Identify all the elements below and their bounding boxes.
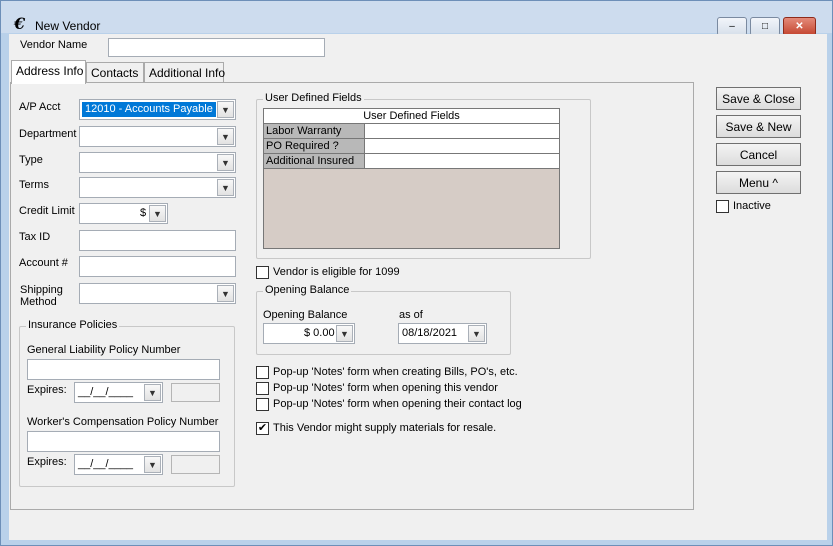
udf-value-cell[interactable]	[365, 124, 559, 138]
gl-expires-label: Expires:	[27, 384, 67, 396]
shipping-method-label-1: Shipping	[20, 284, 63, 296]
chevron-down-icon[interactable]: ▼	[468, 325, 485, 342]
tab-contacts[interactable]: Contacts	[86, 62, 144, 83]
vendor-window: € New Vendor – □ ✕ Vendor Name Address I…	[0, 0, 833, 546]
wc-expires-label: Expires:	[27, 456, 67, 468]
ap-acct-value: 12010 - Accounts Payable	[82, 102, 216, 117]
checkmark-icon: ✔	[257, 422, 268, 434]
chevron-down-icon[interactable]: ▼	[217, 101, 234, 118]
udf-table-header: User Defined Fields	[264, 109, 559, 124]
wc-expires-date[interactable]: __/__/____ ▼	[74, 454, 163, 475]
opening-balance-input[interactable]: $ 0.00 ▼	[263, 323, 355, 344]
popup-vendor-label: Pop-up 'Notes' form when opening this ve…	[273, 382, 498, 394]
ap-acct-select[interactable]: 12010 - Accounts Payable ▼	[79, 99, 236, 120]
cancel-button[interactable]: Cancel	[716, 143, 801, 166]
eligible-1099-checkbox[interactable]	[256, 266, 269, 279]
vendor-name-input[interactable]	[108, 38, 325, 57]
udf-row-additional-insured: Additional Insured	[264, 154, 559, 169]
eligible-1099-label: Vendor is eligible for 1099	[273, 266, 400, 278]
gl-disabled-field	[171, 383, 220, 402]
inactive-checkbox[interactable]	[716, 200, 729, 213]
chevron-down-icon[interactable]: ▼	[217, 128, 234, 145]
wc-policy-label: Worker's Compensation Policy Number	[27, 416, 219, 428]
save-new-button[interactable]: Save & New	[716, 115, 801, 138]
chevron-down-icon[interactable]: ▼	[144, 384, 161, 401]
menu-button[interactable]: Menu ^	[716, 171, 801, 194]
account-number-label: Account #	[19, 257, 68, 269]
popup-contact-log-checkbox[interactable]	[256, 398, 269, 411]
credit-limit-value: $	[140, 207, 147, 219]
tab-additional-info-label: Additional Info	[149, 66, 226, 80]
tab-address-info[interactable]: Address Info	[11, 60, 86, 84]
opening-balance-label: Opening Balance	[263, 309, 348, 321]
opening-balance-group-title: Opening Balance	[263, 284, 352, 296]
gl-policy-label: General Liability Policy Number	[27, 344, 181, 356]
menu-label: Menu ^	[739, 175, 778, 190]
wc-policy-input[interactable]	[27, 431, 220, 452]
udf-row-labor-warranty: Labor Warranty	[264, 124, 559, 139]
ap-acct-label: A/P Acct	[19, 101, 61, 113]
tax-id-label: Tax ID	[19, 231, 51, 243]
chevron-down-icon[interactable]: ▼	[217, 154, 234, 171]
udf-value-cell[interactable]	[365, 154, 559, 168]
opening-balance-value: $ 0.00	[304, 327, 335, 339]
chevron-down-icon[interactable]: ▼	[217, 179, 234, 196]
udf-table: User Defined Fields Labor Warranty PO Re…	[263, 108, 560, 249]
type-label: Type	[19, 154, 43, 166]
wc-expires-value: __/__/____	[78, 458, 134, 470]
udf-row-po-required: PO Required ?	[264, 139, 559, 154]
popup-contact-log-label: Pop-up 'Notes' form when opening their c…	[273, 398, 522, 410]
tab-address-info-label: Address Info	[16, 64, 84, 78]
popup-vendor-checkbox[interactable]	[256, 382, 269, 395]
tab-additional-info[interactable]: Additional Info	[144, 62, 226, 83]
as-of-date[interactable]: 08/18/2021 ▼	[398, 323, 487, 344]
insurance-group-title: Insurance Policies	[26, 319, 120, 331]
chevron-down-icon[interactable]: ▼	[217, 285, 234, 302]
udf-key: PO Required ?	[264, 139, 365, 153]
chevron-down-icon[interactable]: ▼	[149, 205, 166, 222]
cancel-label: Cancel	[739, 147, 778, 162]
account-number-input[interactable]	[79, 256, 236, 277]
department-label: Department	[19, 128, 77, 140]
save-close-button[interactable]: Save & Close	[716, 87, 801, 110]
gl-expires-value: __/__/____	[78, 386, 134, 398]
wc-disabled-field	[171, 455, 220, 474]
save-new-label: Save & New	[725, 119, 792, 134]
udf-key: Additional Insured	[264, 154, 365, 168]
terms-label: Terms	[19, 179, 49, 191]
chevron-down-icon[interactable]: ▼	[336, 325, 353, 342]
terms-select[interactable]: ▼	[79, 177, 236, 198]
udf-key: Labor Warranty	[264, 124, 365, 138]
shipping-method-select[interactable]: ▼	[79, 283, 236, 304]
resale-label: This Vendor might supply materials for r…	[273, 422, 497, 434]
app-icon: €	[14, 14, 26, 33]
window-title: New Vendor	[35, 19, 101, 33]
resale-checkbox[interactable]: ✔	[256, 422, 269, 435]
vendor-name-label: Vendor Name	[20, 39, 88, 51]
gl-expires-date[interactable]: __/__/____ ▼	[74, 382, 163, 403]
tax-id-input[interactable]	[79, 230, 236, 251]
udf-value-cell[interactable]	[365, 139, 559, 153]
gl-policy-input[interactable]	[27, 359, 220, 380]
popup-bills-label: Pop-up 'Notes' form when creating Bills,…	[273, 366, 518, 378]
as-of-value: 08/18/2021	[402, 327, 458, 339]
tab-contacts-label: Contacts	[91, 66, 139, 80]
department-select[interactable]: ▼	[79, 126, 236, 147]
save-close-label: Save & Close	[722, 91, 795, 106]
credit-limit-label: Credit Limit	[19, 205, 75, 217]
type-select[interactable]: ▼	[79, 152, 236, 173]
credit-limit-input[interactable]: $ ▼	[79, 203, 168, 224]
chevron-down-icon[interactable]: ▼	[144, 456, 161, 473]
inactive-label: Inactive	[733, 200, 771, 212]
popup-bills-checkbox[interactable]	[256, 366, 269, 379]
title-bar: € New Vendor – □ ✕	[1, 1, 832, 36]
udf-group-title: User Defined Fields	[263, 92, 364, 104]
as-of-label: as of	[399, 309, 423, 321]
shipping-method-label-2: Method	[20, 296, 57, 308]
